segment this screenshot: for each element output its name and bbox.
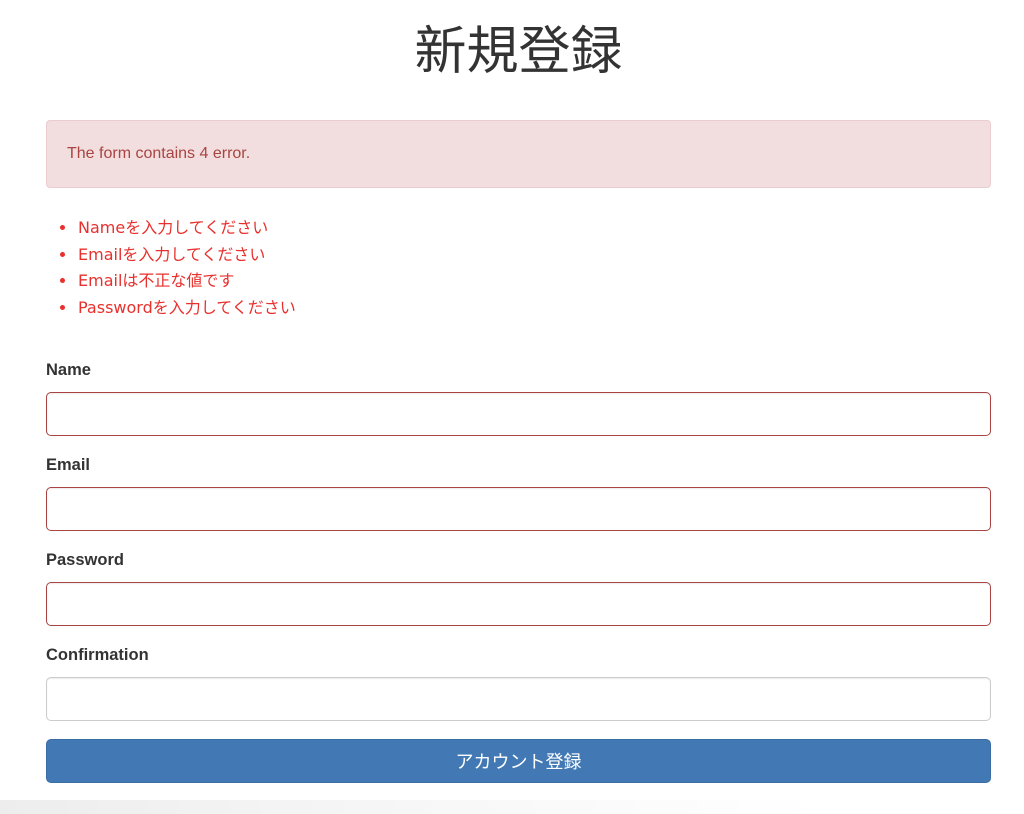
signup-container: 新規登録 The form contains 4 error. Nameを入力し… [46,0,991,783]
name-field-group: Name [46,360,991,436]
bullet-icon [60,304,65,310]
name-input[interactable] [46,392,991,436]
email-label: Email [46,456,91,474]
bullet-icon [60,278,65,283]
error-item-email-invalid: Emailは不正な値です [60,268,991,295]
bullet-icon [60,225,65,230]
confirmation-field-group: Confirmation [46,645,991,721]
window-bottom-edge [0,800,1024,814]
password-field-group: Password [46,550,991,626]
confirmation-label: Confirmation [46,646,149,664]
password-label: Password [46,551,124,569]
email-input[interactable] [46,487,991,531]
page-title: 新規登録 [414,22,623,82]
name-label: Name [46,361,91,379]
error-item-email-required: Emailを入力してください [60,242,991,269]
password-input[interactable] [46,582,991,626]
signup-form: Name Email Password Confirmation アカウント登録 [46,360,991,783]
error-item-password-required: Passwordを入力してください [60,295,991,322]
error-item-name-required: Nameを入力してください [60,215,991,242]
confirmation-input[interactable] [46,677,991,721]
email-field-group: Email [46,455,991,531]
error-alert: The form contains 4 error. [46,120,991,188]
error-alert-message: The form contains 4 error. [67,145,251,162]
create-account-button[interactable]: アカウント登録 [46,739,991,783]
bullet-icon [60,251,65,257]
error-list: Nameを入力してください Emailを入力してください Emailは不正な値で… [46,215,991,321]
